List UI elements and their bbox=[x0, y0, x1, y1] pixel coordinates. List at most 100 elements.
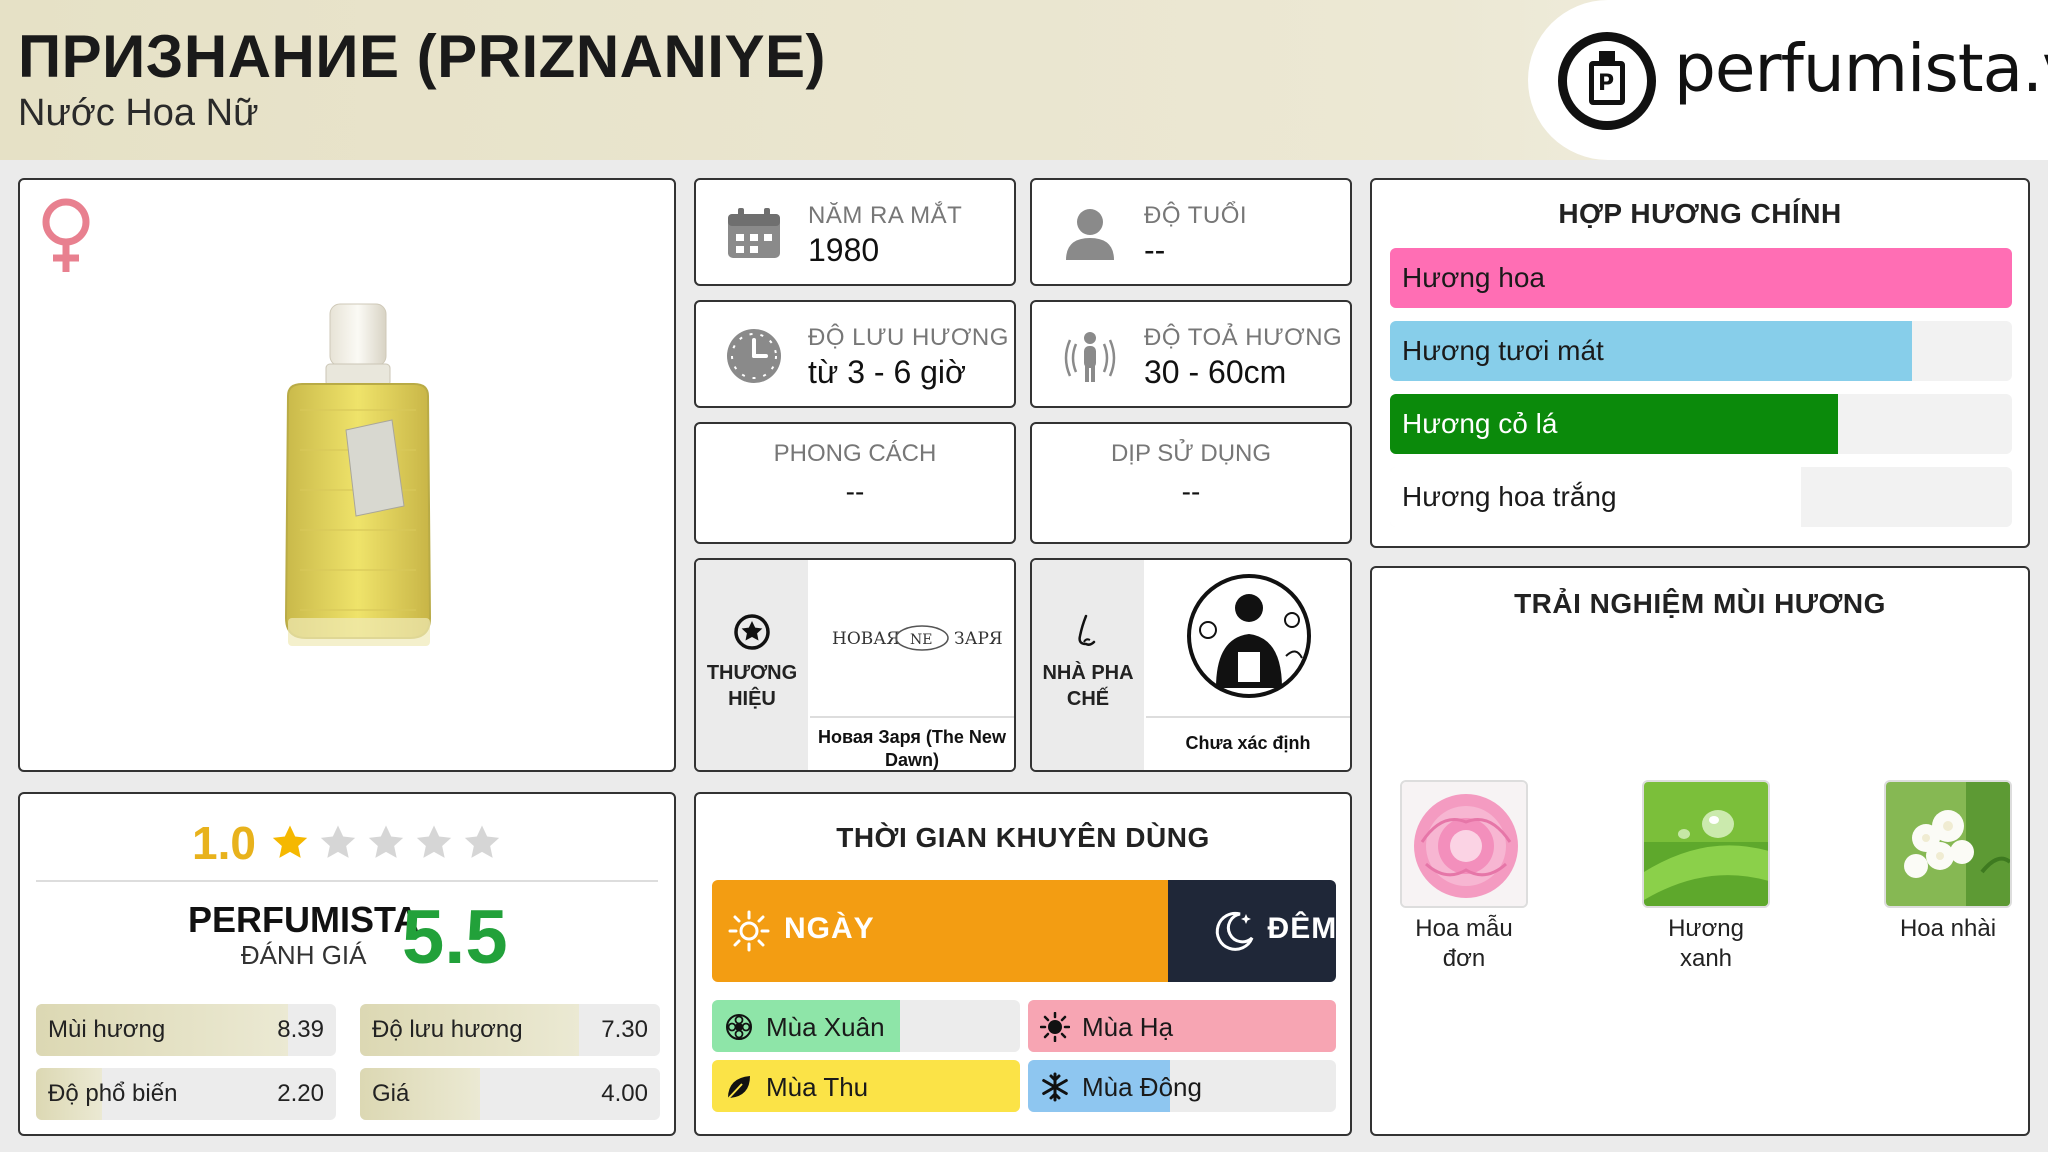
green-leaf-image bbox=[1642, 780, 1770, 908]
perfumer-caption-box: Chưa xác định bbox=[1146, 716, 1350, 770]
note-green[interactable]: Hương xanh bbox=[1642, 780, 1770, 974]
flower-icon bbox=[726, 1014, 752, 1040]
clock-icon bbox=[727, 329, 781, 383]
brand-logo-mid-text: NE bbox=[910, 632, 932, 648]
star-badge-icon bbox=[734, 614, 770, 650]
age-card: ĐỘ TUỔI -- bbox=[1030, 178, 1352, 286]
metric-value: 8.39 bbox=[277, 1016, 324, 1043]
info-label: PHONG CÁCH bbox=[773, 440, 937, 467]
star-empty-icon[interactable] bbox=[462, 823, 502, 863]
season-label: Mùa Xuân bbox=[766, 1012, 885, 1042]
sun-filled-icon bbox=[1040, 1012, 1070, 1042]
metric-label: Độ phổ biến bbox=[48, 1080, 178, 1107]
style-card: PHONG CÁCH -- bbox=[694, 422, 1016, 544]
info-value: 1980 bbox=[808, 232, 880, 268]
venus-icon bbox=[42, 198, 90, 272]
info-value: từ 3 - 6 giờ bbox=[808, 354, 967, 390]
main-accords-title: HỢP HƯƠNG CHÍNH bbox=[1558, 198, 1842, 229]
info-label: ĐỘ TOẢ HƯƠNG bbox=[1144, 324, 1343, 351]
scent-experience-title: TRẢI NGHIỆM MÙI HƯƠNG bbox=[1514, 588, 1886, 619]
metric-scent: Mùi hương 8.39 bbox=[36, 1004, 336, 1056]
day-night-bar: NGÀY ĐÊM bbox=[712, 880, 1336, 982]
accord-white-floral: Hương hoa trắng bbox=[1390, 467, 2012, 527]
season-spring: Mùa Xuân bbox=[712, 1000, 1020, 1052]
night-segment: ĐÊM bbox=[1167, 880, 1336, 982]
note-name: Hoa mẫu đơn bbox=[1415, 915, 1513, 972]
metric-popularity: Độ phổ biến 2.20 bbox=[36, 1068, 336, 1120]
moon-icon bbox=[1215, 911, 1253, 951]
brand-name[interactable]: Новая Заря (The New Dawn) bbox=[810, 726, 1014, 770]
longevity-card: ĐỘ LƯU HƯƠNG từ 3 - 6 giờ bbox=[694, 300, 1016, 408]
info-label: ĐỘ LƯU HƯƠNG bbox=[808, 324, 1009, 351]
season-summer: Mùa Hạ bbox=[1028, 1000, 1336, 1052]
page-subtitle: Nước Hoa Nữ bbox=[18, 92, 259, 134]
brand-card[interactable]: THƯƠNG HIỆU НОВАЯ NE ЗАРЯ Новая Заря (Th… bbox=[694, 558, 1016, 772]
recommended-time-card: THỜI GIAN KHUYÊN DÙNG NGÀY ĐÊM Mùa Xuân … bbox=[694, 792, 1352, 1136]
perfumer-tab: NHÀ PHA CHẾ bbox=[1032, 560, 1144, 770]
brand-logo-image: НОВАЯ NE ЗАРЯ bbox=[810, 560, 1014, 714]
jasmine-image bbox=[1884, 780, 2012, 908]
brand-logo[interactable]: P perfumista.vn bbox=[1528, 0, 2048, 160]
snowflake-icon bbox=[1042, 1072, 1068, 1102]
nose-icon bbox=[1078, 614, 1096, 646]
perfumista-score: 5.5 bbox=[402, 895, 508, 980]
season-fill bbox=[1028, 1000, 1336, 1052]
brand-logo-left-text: НОВАЯ bbox=[832, 629, 900, 649]
info-label: NĂM RA MẮT bbox=[808, 202, 963, 229]
accord-green: Hương cỏ lá bbox=[1390, 394, 2012, 454]
occasion-card: DỊP SỬ DỤNG -- bbox=[1030, 422, 1352, 544]
person-icon bbox=[1066, 209, 1114, 260]
season-label: Mùa Đông bbox=[1082, 1072, 1202, 1102]
star-empty-icon[interactable] bbox=[318, 823, 358, 863]
metric-label: Giá bbox=[372, 1080, 410, 1107]
perfumista-rating-label: PERFUMISTA ĐÁNH GIÁ bbox=[188, 899, 420, 971]
star-empty-icon[interactable] bbox=[414, 823, 454, 863]
season-autumn: Mùa Thu bbox=[712, 1060, 1020, 1112]
accord-label: Hương hoa bbox=[1402, 262, 1545, 293]
accord-label: Hương cỏ lá bbox=[1402, 408, 1558, 439]
perfumer-name[interactable]: Chưa xác định bbox=[1146, 732, 1350, 755]
note-jasmine[interactable]: Hoa nhài bbox=[1884, 780, 2012, 944]
perfumer-card[interactable]: NHÀ PHA CHẾ Chưa xác định bbox=[1030, 558, 1352, 772]
season-label: Mùa Thu bbox=[766, 1072, 869, 1102]
sillage-card: ĐỘ TOẢ HƯƠNG 30 - 60cm bbox=[1030, 300, 1352, 408]
metric-label: Độ lưu hương bbox=[372, 1016, 523, 1043]
day-segment: NGÀY bbox=[712, 880, 1168, 982]
star-empty-icon[interactable] bbox=[366, 823, 406, 863]
metric-value: 7.30 bbox=[601, 1016, 648, 1043]
info-value: 30 - 60cm bbox=[1144, 354, 1287, 390]
perfume-bottle-logo-icon: P bbox=[1558, 32, 1656, 130]
rating-stars[interactable] bbox=[270, 823, 502, 863]
brand-tab: THƯƠNG HIỆU bbox=[696, 560, 808, 770]
perfumista-label: PERFUMISTA bbox=[188, 899, 420, 940]
sun-icon bbox=[728, 910, 770, 952]
product-bottle-image bbox=[284, 303, 432, 646]
day-label: NGÀY bbox=[784, 912, 875, 945]
logo-text: perfumista.vn bbox=[1674, 30, 2048, 107]
star-filled-icon[interactable] bbox=[270, 823, 310, 863]
note-name: Hoa nhài bbox=[1899, 915, 1997, 942]
accord-label: Hương hoa trắng bbox=[1402, 481, 1617, 512]
user-rating: 1.0 bbox=[20, 816, 674, 870]
page-header: ПРИЗНАНИЕ (PRIZNANIYE) Nước Hoa Nữ P per… bbox=[0, 0, 2048, 160]
release-year-card: NĂM RA MẮT 1980 bbox=[694, 178, 1016, 286]
perfumista-sublabel: ĐÁNH GIÁ bbox=[240, 940, 367, 970]
accord-fresh: Hương tươi mát bbox=[1390, 321, 2012, 381]
brand-tab-label: THƯƠNG HIỆU bbox=[706, 662, 798, 710]
page-title: ПРИЗНАНИЕ (PRIZNANIYE) bbox=[18, 23, 826, 90]
perfumer-illustration bbox=[1187, 574, 1311, 698]
accord-floral: Hương hoa bbox=[1390, 248, 2012, 308]
calendar-icon bbox=[728, 208, 780, 258]
info-label: DỊP SỬ DỤNG bbox=[1110, 440, 1272, 467]
info-value: -- bbox=[845, 476, 865, 507]
note-peony[interactable]: Hoa mẫu đơn bbox=[1400, 780, 1528, 974]
user-rating-score: 1.0 bbox=[192, 817, 256, 869]
sillage-person-icon bbox=[1064, 332, 1116, 382]
season-label: Mùa Hạ bbox=[1082, 1012, 1174, 1042]
brand-logo-graphic: НОВАЯ NE ЗАРЯ bbox=[832, 625, 1003, 651]
metric-label: Mùi hương bbox=[48, 1016, 166, 1043]
perfumer-tab-label: NHÀ PHA CHẾ bbox=[1042, 662, 1134, 710]
recommended-time-title: THỜI GIAN KHUYÊN DÙNG bbox=[836, 822, 1210, 853]
leaf-icon bbox=[726, 1076, 750, 1101]
info-value: -- bbox=[1181, 476, 1201, 507]
